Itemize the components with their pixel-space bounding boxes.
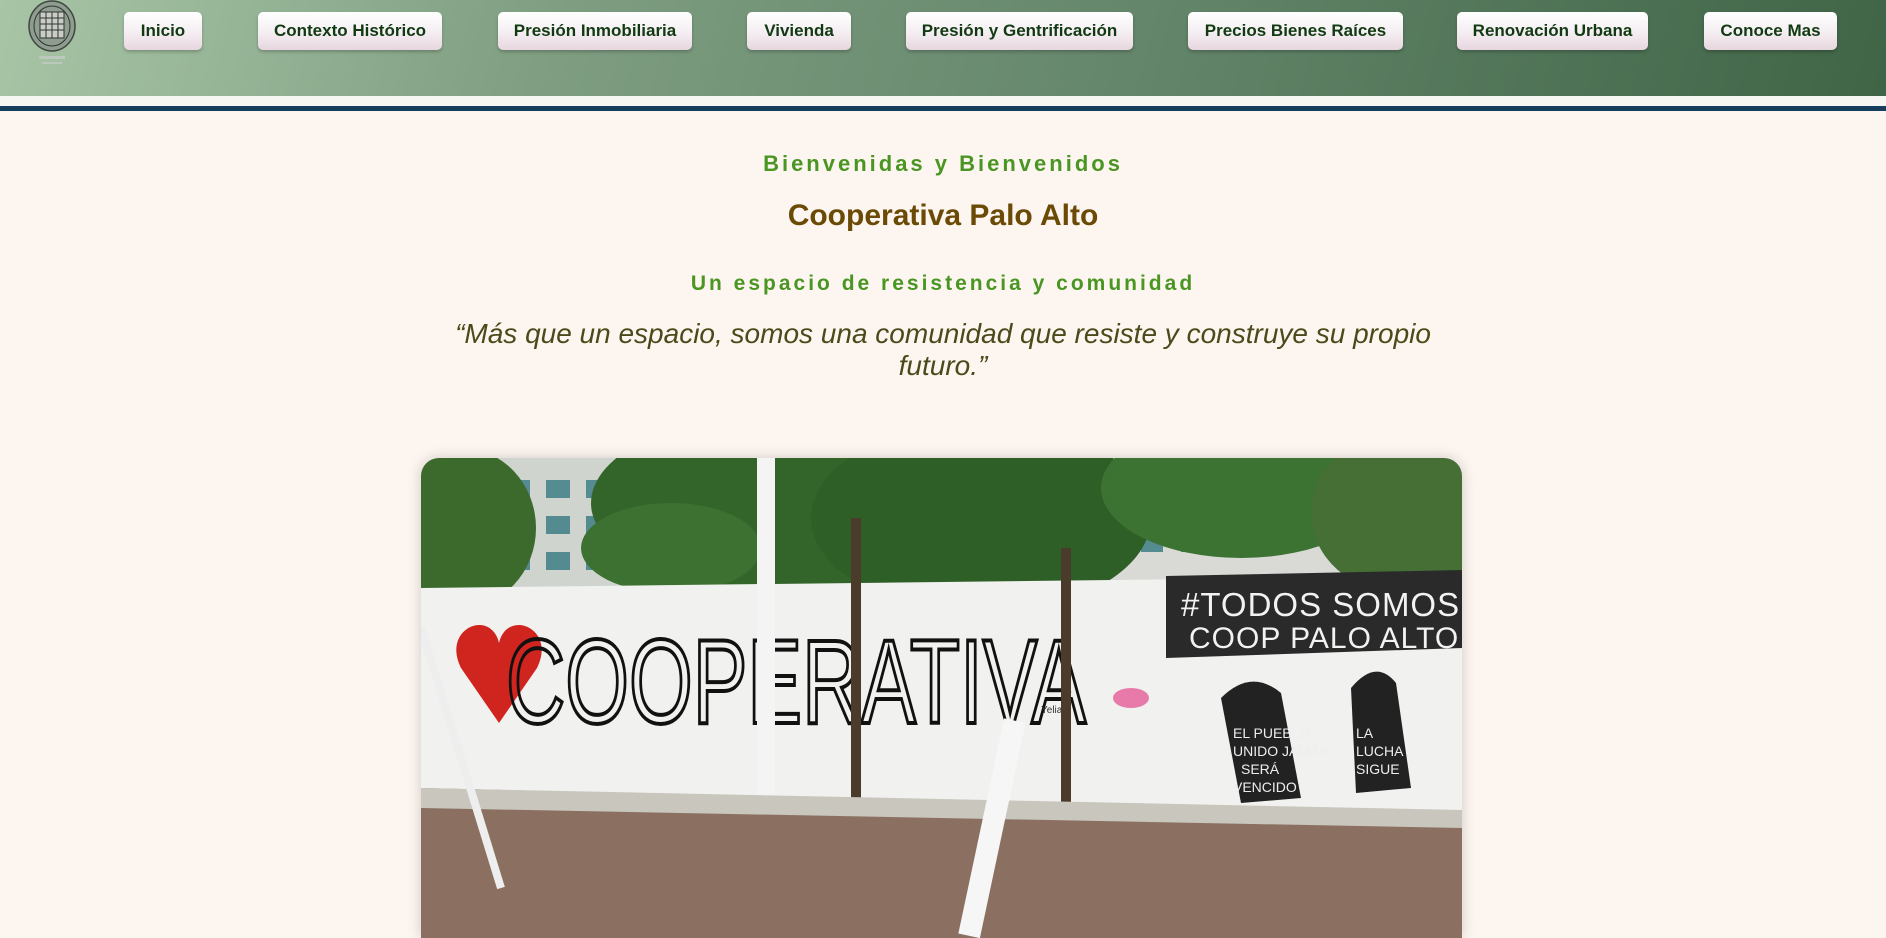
svg-text:Yelia: Yelia <box>1041 705 1063 716</box>
nav-renovacion-urbana-button[interactable]: Renovación Urbana <box>1457 12 1648 50</box>
header-divider-blue <box>0 106 1886 111</box>
nav-presion-inmobiliaria-button[interactable]: Presión Inmobiliaria <box>498 12 692 50</box>
nav-precios-bienes-raices-button[interactable]: Precios Bienes Raíces <box>1188 12 1403 50</box>
nav-vivienda-button[interactable]: Vivienda <box>747 12 851 50</box>
svg-text:LA: LA <box>1356 725 1374 741</box>
community-quote: “Más que un espacio, somos una comunidad… <box>455 318 1431 381</box>
nav-inicio-button[interactable]: Inicio <box>124 12 202 50</box>
svg-text:EL PUEBLO: EL PUEBLO <box>1233 725 1310 741</box>
svg-text:SIGUE: SIGUE <box>1356 761 1400 777</box>
nav-contexto-historico-button[interactable]: Contexto Histórico <box>258 12 442 50</box>
svg-text:COOP PALO ALTO: COOP PALO ALTO <box>1189 622 1459 655</box>
svg-text:UNIDO JAMÁS: UNIDO JAMÁS <box>1233 743 1329 759</box>
svg-text:VENCIDO: VENCIDO <box>1233 779 1297 795</box>
page-subtitle: Un espacio de resistencia y comunidad <box>690 272 1196 295</box>
nav-presion-gentrificacion-button[interactable]: Presión y Gentrificación <box>906 12 1133 50</box>
svg-text:COOPERATIVA: COOPERATIVA <box>506 615 1086 749</box>
site-header: Inicio Contexto Histórico Presión Inmobi… <box>0 0 1886 96</box>
cooperativa-mural-photo: #TODOS SOMOS COOP PALO ALTO COOPERATIVA … <box>421 458 1462 938</box>
page-title: Cooperativa Palo Alto <box>787 199 1099 232</box>
cooperativa-logo[interactable] <box>27 0 77 72</box>
nav-conoce-mas-button[interactable]: Conoce Mas <box>1704 12 1837 50</box>
header-divider-light <box>0 96 1886 106</box>
welcome-heading: Bienvenidas y Bienvenidos <box>763 151 1123 176</box>
svg-text:LUCHA: LUCHA <box>1356 743 1404 759</box>
svg-text:SERÁ: SERÁ <box>1241 761 1280 777</box>
svg-text:#TODOS SOMOS: #TODOS SOMOS <box>1181 586 1460 623</box>
